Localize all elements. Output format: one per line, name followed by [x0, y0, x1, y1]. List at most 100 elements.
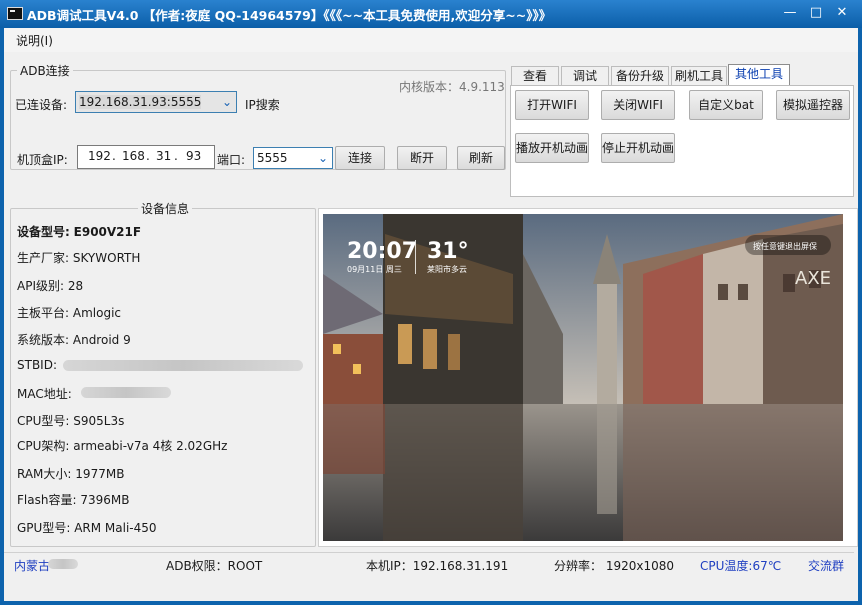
app-icon: [7, 7, 23, 20]
os-version-value: Android 9: [72, 333, 131, 347]
screensaver-image: AXE 20:07 31° 09月11日 周三 莱阳市多云 按任意键退出屏保: [323, 214, 843, 541]
status-group-link[interactable]: 交流群: [808, 557, 844, 574]
cpu-arch-value: armeabi-v7a 4核 2.02GHz: [73, 439, 228, 453]
screen-preview-frame: AXE 20:07 31° 09月11日 周三 莱阳市多云 按任意键退出屏保: [318, 208, 858, 547]
port-label: 端口:: [217, 153, 246, 167]
refresh-button[interactable]: 刷新: [457, 146, 505, 170]
cpu-model-row: CPU型号: S905L3s: [17, 412, 124, 429]
connected-device-select[interactable]: 192.168.31.93:5555 ⌄: [75, 91, 237, 113]
flash-value: 7396MB: [80, 493, 130, 507]
gpu-label: GPU型号:: [17, 521, 71, 535]
chevron-down-icon: ⌄: [317, 151, 328, 165]
manufacturer-value: SKYWORTH: [72, 251, 141, 265]
stbid-label: STBID:: [17, 358, 58, 372]
ip-dot-3: .: [174, 149, 178, 163]
ip-octet-2: 168: [122, 149, 145, 163]
remote-control-button[interactable]: 模拟遥控器: [776, 90, 850, 120]
mac-label: MAC地址:: [17, 387, 72, 401]
api-level-row: API级别: 28: [17, 277, 83, 294]
ip-search-link[interactable]: IP搜索: [245, 96, 280, 113]
gpu-value: ARM Mali-450: [74, 521, 157, 535]
tools-tabs: 查看 调试 备份升级 刷机工具 其他工具 打开WIFI 关闭WIFI 自定义ba…: [510, 64, 854, 198]
close-wifi-button[interactable]: 关闭WIFI: [601, 90, 675, 120]
status-resolution: 分辨率： 1920x1080: [554, 559, 674, 573]
connected-device-label: 已连设备:: [15, 98, 68, 112]
screen-preview[interactable]: AXE 20:07 31° 09月11日 周三 莱阳市多云 按任意键退出屏保: [323, 214, 843, 541]
shop-sign: AXE: [795, 268, 831, 289]
status-adb-permission: ADB权限：ROOT: [166, 559, 263, 573]
box-ip-label: 机顶盒IP:: [17, 153, 68, 167]
board-value: Amlogic: [72, 306, 121, 320]
device-info-group: 设备信息 设备型号: E900V21F 生产厂家: SKYWORTH API级别…: [10, 200, 316, 547]
ram-label: RAM大小:: [17, 467, 72, 481]
ip-octet-4: 93: [186, 149, 202, 163]
weather-city: 莱阳市多云: [427, 264, 467, 274]
device-model-row: 设备型号: E900V21F: [17, 223, 141, 240]
clock-date: 09月11日 周三: [347, 265, 402, 274]
cpu-model-label: CPU型号:: [17, 414, 70, 428]
status-local-ip: 本机IP：192.168.31.191: [366, 559, 509, 573]
os-version-label: 系统版本:: [17, 333, 70, 347]
ip-dot-2: .: [146, 149, 150, 163]
stbid-row: STBID:: [17, 358, 57, 372]
mac-redacted: [81, 387, 171, 398]
connected-device-value: 192.168.31.93:5555: [79, 95, 202, 109]
chevron-down-icon: ⌄: [221, 95, 232, 109]
play-boot-animation-button[interactable]: 播放开机动画: [515, 133, 589, 163]
region-redacted: [48, 559, 78, 569]
disconnect-button[interactable]: 断开: [397, 146, 447, 170]
app-window: ADB调试工具V4.0 【作者:夜庭 QQ-14964579】《《《~~本工具免…: [0, 0, 862, 605]
port-value: 5555: [257, 151, 288, 165]
status-bar: 内蒙古 ADB权限：ROOT 本机IP：192.168.31.191 分辨率： …: [4, 552, 854, 574]
custom-bat-button[interactable]: 自定义bat: [689, 90, 763, 120]
menu-bar: 说明(I): [4, 28, 858, 52]
cpu-model-value: S905L3s: [73, 414, 125, 428]
kernel-version: 内核版本：4.9.113: [399, 80, 505, 94]
client-area: 说明(I) ADB连接 内核版本：4.9.113 已连设备: 192.168.3…: [4, 28, 858, 601]
flash-row: Flash容量: 7396MB: [17, 491, 129, 508]
clock-time: 20:07: [347, 239, 417, 264]
api-level-label: API级别:: [17, 279, 65, 293]
tab-other-tools[interactable]: 其他工具: [728, 64, 790, 86]
maximize-button[interactable]: □: [806, 4, 826, 22]
stbid-redacted: [63, 360, 303, 371]
mac-row: MAC地址:: [17, 385, 72, 402]
device-model-label: 设备型号:: [17, 225, 70, 239]
open-wifi-button[interactable]: 打开WIFI: [515, 90, 589, 120]
box-ip-input[interactable]: 192 . 168 . 31 . 93: [77, 145, 215, 169]
connect-button[interactable]: 连接: [335, 146, 385, 170]
window-title: ADB调试工具V4.0 【作者:夜庭 QQ-14964579】《《《~~本工具免…: [27, 8, 552, 23]
adb-connection-group: ADB连接 内核版本：4.9.113 已连设备: 192.168.31.93:5…: [10, 62, 506, 170]
title-bar: ADB调试工具V4.0 【作者:夜庭 QQ-14964579】《《《~~本工具免…: [0, 0, 862, 28]
tab-debug[interactable]: 调试: [561, 66, 609, 86]
device-info-legend: 设备信息: [138, 200, 193, 217]
cpu-arch-row: CPU架构: armeabi-v7a 4核 2.02GHz: [17, 437, 227, 454]
manufacturer-row: 生产厂家: SKYWORTH: [17, 249, 140, 266]
ip-dot-1: .: [112, 149, 116, 163]
status-cpu-temp: CPU温度:67℃: [700, 559, 782, 573]
device-model-value: E900V21F: [73, 225, 142, 239]
minimize-button[interactable]: —: [780, 4, 800, 22]
stop-boot-animation-button[interactable]: 停止开机动画: [601, 133, 675, 163]
gpu-row: GPU型号: ARM Mali-450: [17, 519, 157, 536]
port-select[interactable]: 5555 ⌄: [253, 147, 333, 169]
screensaver-hint: 按任意键退出屏保: [753, 241, 817, 251]
ip-octet-1: 192: [88, 149, 111, 163]
manufacturer-label: 生产厂家:: [17, 251, 70, 265]
board-label: 主板平台:: [17, 306, 70, 320]
ram-value: 1977MB: [75, 467, 125, 481]
tab-view[interactable]: 查看: [511, 66, 559, 86]
ram-row: RAM大小: 1977MB: [17, 465, 124, 482]
other-tools-panel: 打开WIFI 关闭WIFI 自定义bat 模拟遥控器 播放开机动画 停止开机动画: [510, 85, 854, 197]
api-level-value: 28: [67, 279, 84, 293]
status-region: 内蒙古: [14, 559, 51, 573]
flash-label: Flash容量:: [17, 493, 77, 507]
tab-flash-tools[interactable]: 刷机工具: [671, 66, 727, 86]
cpu-arch-label: CPU架构:: [17, 439, 70, 453]
tab-backup-upgrade[interactable]: 备份升级: [611, 66, 669, 86]
os-version-row: 系统版本: Android 9: [17, 331, 131, 348]
close-button[interactable]: ✕: [832, 4, 852, 22]
menu-help[interactable]: 说明(I): [16, 32, 53, 49]
weather-temp: 31°: [427, 239, 469, 264]
adb-connection-legend: ADB连接: [17, 62, 73, 79]
